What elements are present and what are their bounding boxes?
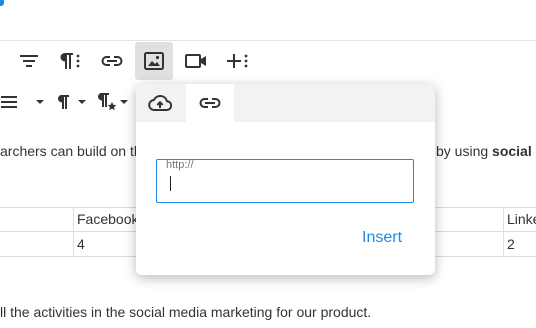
align-icon	[1, 96, 17, 108]
table-header-cell: Facebook	[77, 211, 139, 227]
text-caret	[170, 176, 171, 191]
paragraph-icon	[58, 95, 69, 109]
chevron-down-icon	[120, 100, 128, 104]
align-dropdown[interactable]	[0, 84, 50, 120]
blue-indicator	[0, 0, 4, 6]
video-icon	[185, 54, 206, 68]
paragraph-1-bold: social	[492, 143, 532, 159]
toolbar-row-1	[10, 42, 48, 80]
paragraph-1-left: archers can build on th	[0, 143, 142, 159]
url-input[interactable]: http://	[156, 159, 414, 203]
plus-more-icon	[227, 54, 248, 68]
paragraph-1-right-text: by using	[436, 143, 489, 159]
table-cell: 4	[77, 236, 85, 252]
toolbar-top-divider	[0, 40, 536, 41]
insert-link-button[interactable]	[93, 42, 131, 80]
insert-image-popup: http:// Insert	[136, 84, 435, 275]
chevron-down-icon	[78, 100, 86, 104]
filter-icon	[20, 55, 38, 67]
table-col-divider	[73, 207, 74, 257]
insert-image-button[interactable]	[135, 42, 173, 80]
toolbar-row-2	[0, 84, 50, 120]
paragraph-1-right: by using social	[436, 143, 532, 159]
paragraph-more-icon	[60, 53, 80, 69]
tab-image-by-url[interactable]	[186, 84, 234, 122]
filter-button[interactable]	[10, 42, 48, 80]
table-header-cell: Linke	[507, 211, 536, 227]
url-input-label: http://	[166, 159, 194, 171]
image-icon	[144, 52, 164, 70]
cloud-upload-icon	[148, 95, 172, 111]
insert-more-button[interactable]	[219, 42, 257, 80]
popup-tab-bar	[136, 84, 435, 122]
tab-upload-image[interactable]	[136, 84, 184, 122]
insert-button[interactable]: Insert	[362, 229, 402, 247]
paragraph-format-button[interactable]	[51, 42, 89, 80]
link-icon	[199, 98, 221, 108]
paragraph-2: ll the activities in the social media ma…	[0, 304, 372, 320]
paragraph-format-dropdown[interactable]	[96, 84, 129, 120]
chevron-down-icon	[36, 100, 44, 104]
table-col-divider	[503, 207, 504, 257]
paragraph-star-icon	[98, 93, 117, 111]
table-cell: 2	[507, 236, 515, 252]
link-icon	[101, 56, 123, 66]
paragraph-style-dropdown[interactable]	[56, 84, 87, 120]
insert-video-button[interactable]	[177, 42, 215, 80]
